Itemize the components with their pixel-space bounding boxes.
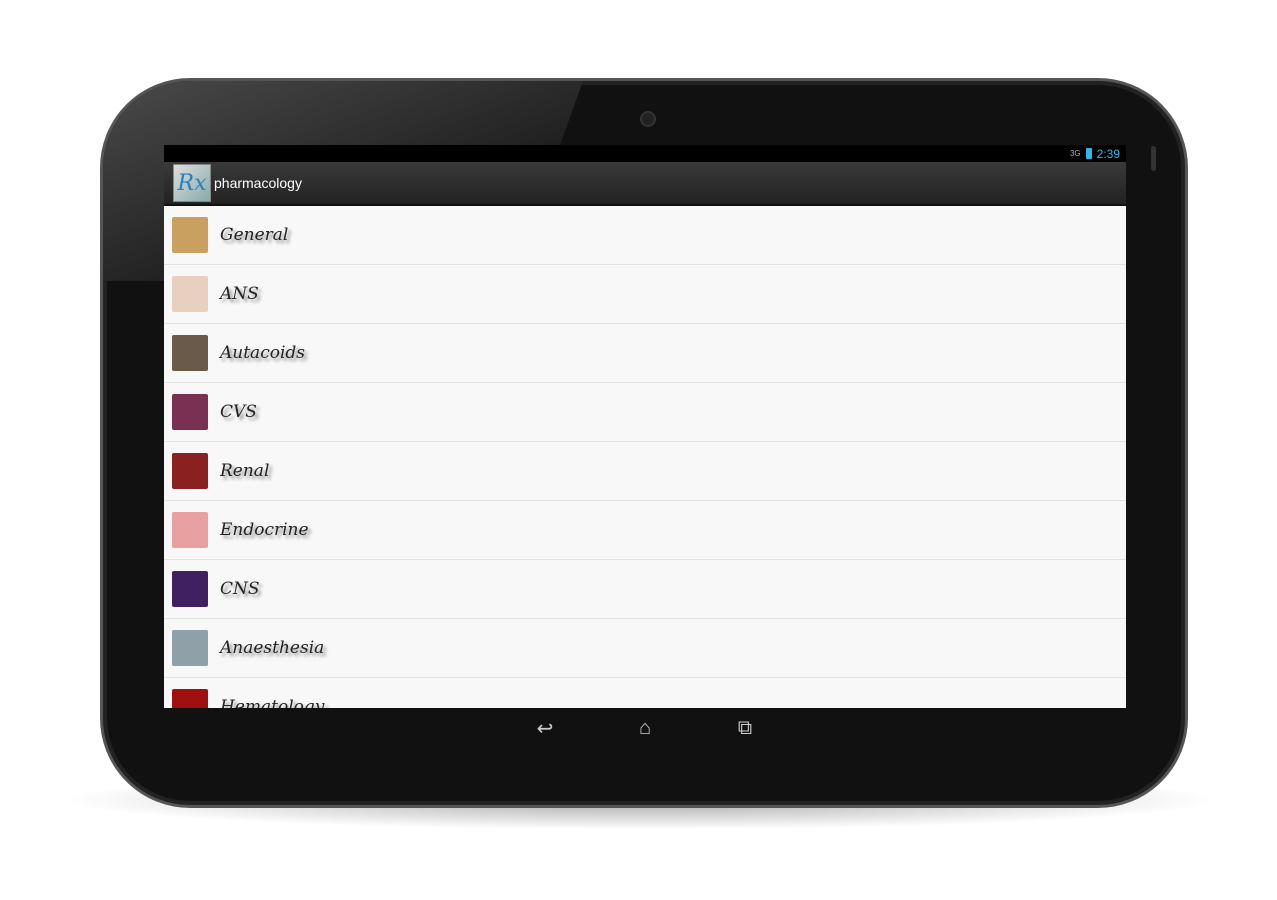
category-icon	[172, 276, 208, 312]
camera	[640, 111, 656, 127]
list-item-label: Autacoids	[220, 343, 305, 363]
list-item[interactable]: Endocrine	[164, 501, 1126, 560]
list-item[interactable]: Hematology	[164, 678, 1126, 708]
category-icon	[172, 453, 208, 489]
category-icon	[172, 217, 208, 253]
list-item-label: CNS	[220, 579, 260, 599]
action-bar: Rx pharmacology	[164, 162, 1126, 206]
category-icon	[172, 512, 208, 548]
side-button	[1151, 146, 1156, 171]
category-icon	[172, 335, 208, 371]
status-bar: 3G 2:39	[164, 145, 1126, 162]
list-item-label: Endocrine	[220, 520, 309, 540]
category-icon	[172, 689, 208, 708]
app-logo[interactable]: Rx	[173, 164, 211, 202]
clock: 2:39	[1096, 146, 1120, 161]
category-icon	[172, 571, 208, 607]
app-title: pharmacology	[214, 175, 302, 191]
category-list: General ANS Autacoids CVS Renal Endocrine CNS A…	[164, 206, 1126, 708]
recents-icon[interactable]: ⧉	[725, 717, 765, 740]
list-item-label: Anaesthesia	[220, 638, 325, 658]
signal-icon: 3G	[1069, 149, 1081, 158]
list-item-label: Hematology	[220, 697, 325, 708]
list-item[interactable]: Renal	[164, 442, 1126, 501]
list-item[interactable]: Autacoids	[164, 324, 1126, 383]
screen: 3G 2:39 Rx pharmacology General ANS Autaco…	[164, 145, 1126, 708]
category-icon	[172, 630, 208, 666]
list-item[interactable]: ANS	[164, 265, 1126, 324]
list-item-label: Renal	[220, 461, 270, 481]
list-item[interactable]: General	[164, 206, 1126, 265]
home-icon[interactable]: ⌂	[625, 717, 665, 740]
back-icon[interactable]: ↩	[525, 716, 565, 741]
list-item-label: CVS	[220, 402, 257, 422]
category-icon	[172, 394, 208, 430]
list-item-label: General	[220, 225, 289, 245]
list-item[interactable]: CVS	[164, 383, 1126, 442]
list-item-label: ANS	[220, 284, 259, 304]
navigation-bar: ↩ ⌂ ⧉	[164, 708, 1126, 748]
battery-charging-icon	[1085, 148, 1092, 159]
list-item[interactable]: Anaesthesia	[164, 619, 1126, 678]
list-item[interactable]: CNS	[164, 560, 1126, 619]
